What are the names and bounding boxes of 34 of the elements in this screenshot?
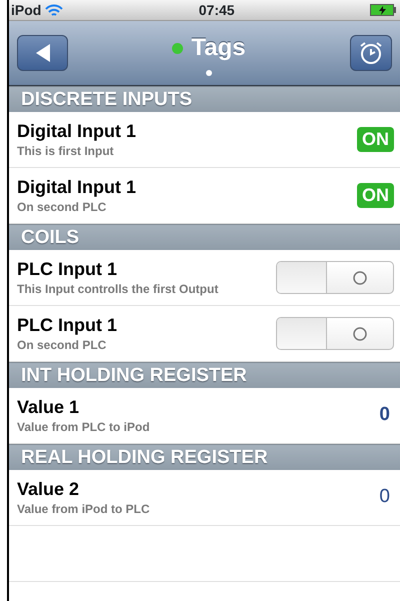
section-header: INT HOLDING REGISTER	[9, 362, 400, 388]
row-title: Digital Input 1	[17, 120, 137, 142]
row-subtitle: This is first Input	[17, 142, 115, 160]
alarm-clock-button[interactable]	[350, 35, 392, 71]
back-arrow-icon	[34, 43, 52, 63]
row-title: Value 2	[17, 478, 80, 500]
circle-icon	[353, 270, 367, 284]
row-subtitle: On second PLC	[17, 336, 108, 354]
row-title: PLC Input 1	[17, 314, 118, 336]
row-subtitle: On second PLC	[17, 198, 108, 216]
row-title: PLC Input 1	[17, 258, 118, 280]
section-header: COILS	[9, 224, 400, 250]
alarm-clock-icon	[358, 40, 384, 66]
row-subtitle: Value from PLC to iPod	[17, 418, 151, 436]
carrier-label: iPod	[11, 0, 42, 20]
row-subtitle: Value from iPod to PLC	[17, 500, 151, 518]
toggle-switch[interactable]	[276, 317, 394, 350]
row-title: Digital Input 1	[17, 176, 137, 198]
row-subtitle: This Input controlls the first Output	[17, 280, 220, 298]
nav-title: Tags	[191, 33, 246, 63]
section-header: DISCRETE INPUTS	[9, 86, 400, 112]
circle-icon	[353, 326, 367, 340]
status-indicator: ON	[357, 127, 394, 152]
value-field[interactable]: 0	[379, 483, 390, 512]
status-indicator: ON	[357, 183, 394, 208]
battery-icon	[370, 4, 396, 16]
section-header: REAL HOLDING REGISTER	[9, 444, 400, 470]
status-time: 07:45	[198, 0, 236, 20]
wifi-icon	[45, 4, 64, 16]
row-title: Value 1	[17, 396, 80, 418]
value-readout: 0	[379, 403, 390, 428]
toggle-switch[interactable]	[276, 261, 394, 294]
page-indicator-dot	[206, 70, 212, 76]
back-button[interactable]	[17, 35, 68, 71]
